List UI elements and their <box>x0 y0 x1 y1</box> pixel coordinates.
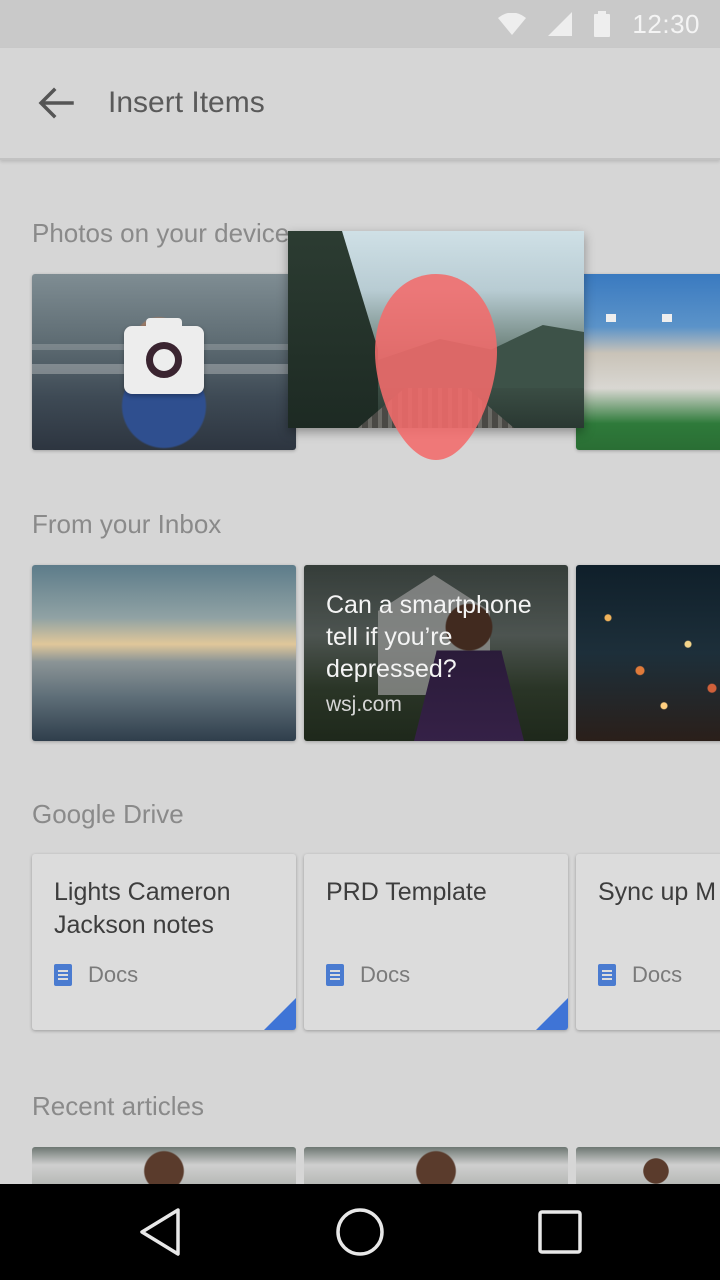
docs-corner-fold <box>536 998 568 1030</box>
docs-corner-fold <box>264 998 296 1030</box>
inbox-item-article[interactable]: Can a smartphone tell if you’re depresse… <box>304 565 568 741</box>
device-photo-stadium[interactable] <box>576 274 720 450</box>
section-title-inbox: From your Inbox <box>32 509 222 539</box>
docs-icon <box>326 964 344 986</box>
section-title-drive: Google Drive <box>32 799 184 829</box>
arrow-back-icon <box>38 87 74 119</box>
status-time: 12:30 <box>632 8 700 39</box>
drive-item-type: Docs <box>326 962 410 988</box>
nav-recents-button[interactable] <box>525 1197 595 1267</box>
docs-icon <box>54 964 72 986</box>
drive-item-title: Sync up M Notes <box>598 878 720 906</box>
nav-back-button[interactable] <box>125 1197 195 1267</box>
drive-item-title: PRD Template <box>326 878 487 906</box>
device-photo-camera[interactable] <box>32 274 296 450</box>
back-button[interactable] <box>26 73 86 133</box>
recents-square-icon <box>538 1210 582 1254</box>
drive-item-type-label: Docs <box>88 962 139 987</box>
section-title-photos: Photos on your device <box>32 218 290 248</box>
system-nav-bar <box>0 1184 720 1280</box>
drive-item[interactable]: Sync up M Notes Docs <box>576 854 720 1030</box>
docs-icon <box>598 964 616 986</box>
drive-item-type-label: Docs <box>632 962 683 987</box>
camera-icon[interactable] <box>124 318 204 394</box>
wifi-icon <box>498 13 527 35</box>
status-bar: 12:30 <box>0 0 720 48</box>
drive-item-type: Docs <box>598 962 682 988</box>
drive-item-title: Lights Cameron Jackson notes <box>54 878 231 939</box>
drive-item-type-label: Docs <box>360 962 411 987</box>
app-bar: Insert Items <box>0 48 720 160</box>
article-source: wsj.com <box>326 693 402 716</box>
battery-icon <box>594 11 611 37</box>
article-headline: Can a smartphone tell if you’re depresse… <box>326 591 532 683</box>
cell-signal-icon <box>548 12 573 36</box>
nav-home-button[interactable] <box>325 1197 395 1267</box>
back-triangle-icon <box>140 1208 180 1256</box>
drive-item[interactable]: Lights Cameron Jackson notes Docs <box>32 854 296 1030</box>
inbox-item-city-lights[interactable] <box>576 565 720 741</box>
inbox-item-clouds[interactable] <box>32 565 296 741</box>
drive-item-type: Docs <box>54 962 138 988</box>
home-circle-icon <box>336 1208 384 1256</box>
drive-item[interactable]: PRD Template Docs <box>304 854 568 1030</box>
location-pin-icon <box>375 274 497 460</box>
page-title: Insert Items <box>108 86 265 119</box>
section-title-articles: Recent articles <box>32 1091 204 1121</box>
insert-items-screen: 12:30 Insert Items Photos on your device… <box>0 0 720 1280</box>
